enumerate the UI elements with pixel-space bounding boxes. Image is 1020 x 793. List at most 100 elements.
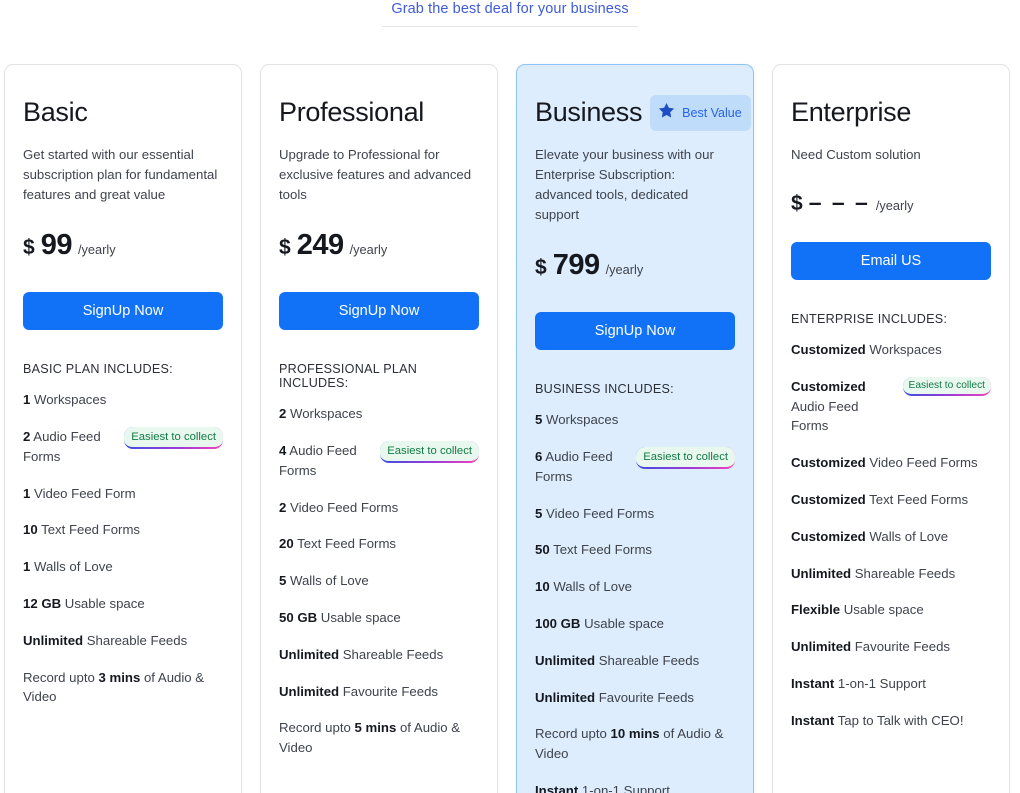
feature-item: 2 Workspaces (279, 404, 479, 424)
price-amount: 799 (552, 249, 600, 282)
feature-item: Unlimited Shareable Feeds (535, 651, 735, 671)
feature-label: 1-on-1 Support (578, 783, 670, 793)
feature-item: Unlimited Favourite Feeds (279, 682, 479, 702)
price-period: /yearly (77, 242, 116, 258)
easiest-to-collect-badge: Easiest to collect (124, 427, 223, 449)
feature-label: 1-on-1 Support (834, 676, 926, 692)
feature-text: Unlimited Shareable Feeds (279, 647, 443, 662)
feature-label: Workspaces (542, 412, 619, 428)
feature-value: Unlimited (791, 639, 852, 655)
plan-description: Need Custom solution (791, 147, 921, 162)
page-title: Grab the best deal for your business (391, 1, 629, 17)
feature-label: Usable space (580, 616, 665, 632)
plan-name: Professional (279, 97, 424, 128)
feature-text: Record upto 3 mins of Audio & Video (23, 670, 204, 705)
feature-text: Flexible Usable space (791, 602, 924, 617)
pricing-card-enterprise: Enterprise Need Custom solution $ – – – /yea… (772, 64, 1010, 793)
feature-item: 20 Text Feed Forms (279, 534, 479, 554)
feature-label: Shareable Feeds (83, 632, 188, 648)
feature-value: Unlimited (23, 632, 84, 648)
feature-item: Record upto 10 mins of Audio & Video (535, 724, 735, 764)
feature-label: Text Feed Forms (865, 492, 969, 508)
feature-item: 5 Workspaces (535, 410, 735, 430)
feature-item: 1 Workspaces (23, 390, 223, 410)
feature-item: Record upto 5 mins of Audio & Video (279, 718, 479, 758)
feature-label: Usable space (840, 602, 924, 618)
feature-text: 5 Workspaces (535, 412, 618, 427)
feature-value: Instant (791, 676, 835, 692)
feature-label: Video Feed Form (30, 485, 136, 501)
feature-item: Customized Audio Feed Forms Easiest to co… (791, 377, 991, 436)
feature-item: Flexible Usable space (791, 600, 991, 620)
feature-value: Customized (791, 342, 866, 358)
price-period: /yearly (605, 262, 644, 278)
feature-value: 5 mins (354, 720, 397, 736)
feature-value: Customized (791, 492, 866, 508)
feature-value: Unlimited (279, 683, 340, 699)
feature-label: Shareable Feeds (339, 646, 444, 662)
feature-text: 4 Audio Feed Forms (279, 441, 374, 481)
feature-value: Unlimited (535, 689, 596, 705)
feature-text: 2 Video Feed Forms (279, 500, 398, 515)
feature-item: Unlimited Favourite Feeds (791, 637, 991, 657)
feature-text: 100 GB Usable space (535, 616, 664, 631)
feature-value: 3 mins (98, 669, 141, 685)
feature-text: Unlimited Favourite Feeds (535, 690, 694, 705)
easiest-to-collect-badge: Easiest to collect (380, 441, 479, 463)
feature-text: 5 Video Feed Forms (535, 506, 654, 521)
feature-item: Instant Tap to Talk with CEO! (791, 711, 991, 731)
feature-value: Flexible (791, 602, 841, 618)
feature-text: 6 Audio Feed Forms (535, 447, 630, 487)
price-currency: $ (535, 256, 547, 280)
feature-item: Record upto 3 mins of Audio & Video (23, 668, 223, 708)
plan-head: Business Best Value (535, 93, 751, 133)
feature-text: Unlimited Shareable Feeds (535, 653, 699, 668)
feature-value: 10 (23, 522, 38, 538)
price-amount: – – – (808, 189, 870, 216)
feature-value: 100 GB (535, 616, 581, 632)
feature-item: Unlimited Shareable Feeds (279, 645, 479, 665)
feature-prefix: Record upto (279, 720, 355, 736)
feature-item: 1 Video Feed Form (23, 484, 223, 504)
feature-value: 50 (535, 542, 550, 558)
feature-text: Unlimited Favourite Feeds (791, 639, 950, 654)
feature-value: 12 GB (23, 595, 62, 611)
signup-now-button[interactable]: SignUp Now (535, 312, 735, 351)
plan-description: Elevate your business with our Enterpris… (535, 147, 714, 223)
pricing-card-basic: Basic Get started with our essential subs… (4, 64, 242, 793)
feature-text: Customized Walls of Love (791, 529, 948, 544)
feature-text: Customized Workspaces (791, 342, 942, 357)
plan-description: Get started with our essential subscript… (23, 147, 218, 203)
feature-item: 10 Walls of Love (535, 577, 735, 597)
feature-list: 5 Workspaces 6 Audio Feed Forms Easiest to… (535, 410, 735, 793)
feature-label: Shareable Feeds (595, 652, 700, 668)
feature-text: 50 Text Feed Forms (535, 542, 652, 557)
feature-text: Instant Tap to Talk with CEO! (791, 713, 963, 728)
email-us-button[interactable]: Email US (791, 242, 991, 281)
feature-text: 1 Walls of Love (23, 559, 113, 574)
feature-item: 5 Video Feed Forms (535, 504, 735, 524)
signup-now-button[interactable]: SignUp Now (279, 292, 479, 331)
signup-now-button[interactable]: SignUp Now (23, 292, 223, 331)
pricing-cards-row: Basic Get started with our essential subs… (0, 64, 1020, 793)
feature-text: 12 GB Usable space (23, 596, 145, 611)
feature-item: Unlimited Favourite Feeds (535, 688, 735, 708)
pricing-card-business: Business Best Value Elevate your business … (516, 64, 754, 793)
feature-list: 1 Workspaces 2 Audio Feed Forms Easiest to… (23, 390, 223, 707)
feature-item: 50 GB Usable space (279, 608, 479, 628)
feature-item: 5 Walls of Love (279, 571, 479, 591)
price-period: /yearly (349, 242, 388, 258)
feature-value: Unlimited (535, 652, 596, 668)
feature-value: Instant (535, 783, 579, 793)
feature-list: Customized Workspaces Customized Audio Fe… (791, 340, 991, 731)
price-row: $ – – – /yearly (791, 189, 991, 216)
price-amount: 99 (40, 229, 73, 262)
feature-value: 10 mins (610, 726, 660, 742)
feature-value: Instant (791, 712, 835, 728)
feature-item: Unlimited Shareable Feeds (23, 631, 223, 651)
feature-item: Unlimited Shareable Feeds (791, 564, 991, 584)
feature-text: Record upto 10 mins of Audio & Video (535, 726, 723, 761)
price-row: $799/yearly (535, 249, 735, 282)
plan-includes-title: PROFESSIONAL PLAN INCLUDES: (279, 362, 418, 391)
feature-label: Audio Feed Forms (791, 398, 859, 434)
